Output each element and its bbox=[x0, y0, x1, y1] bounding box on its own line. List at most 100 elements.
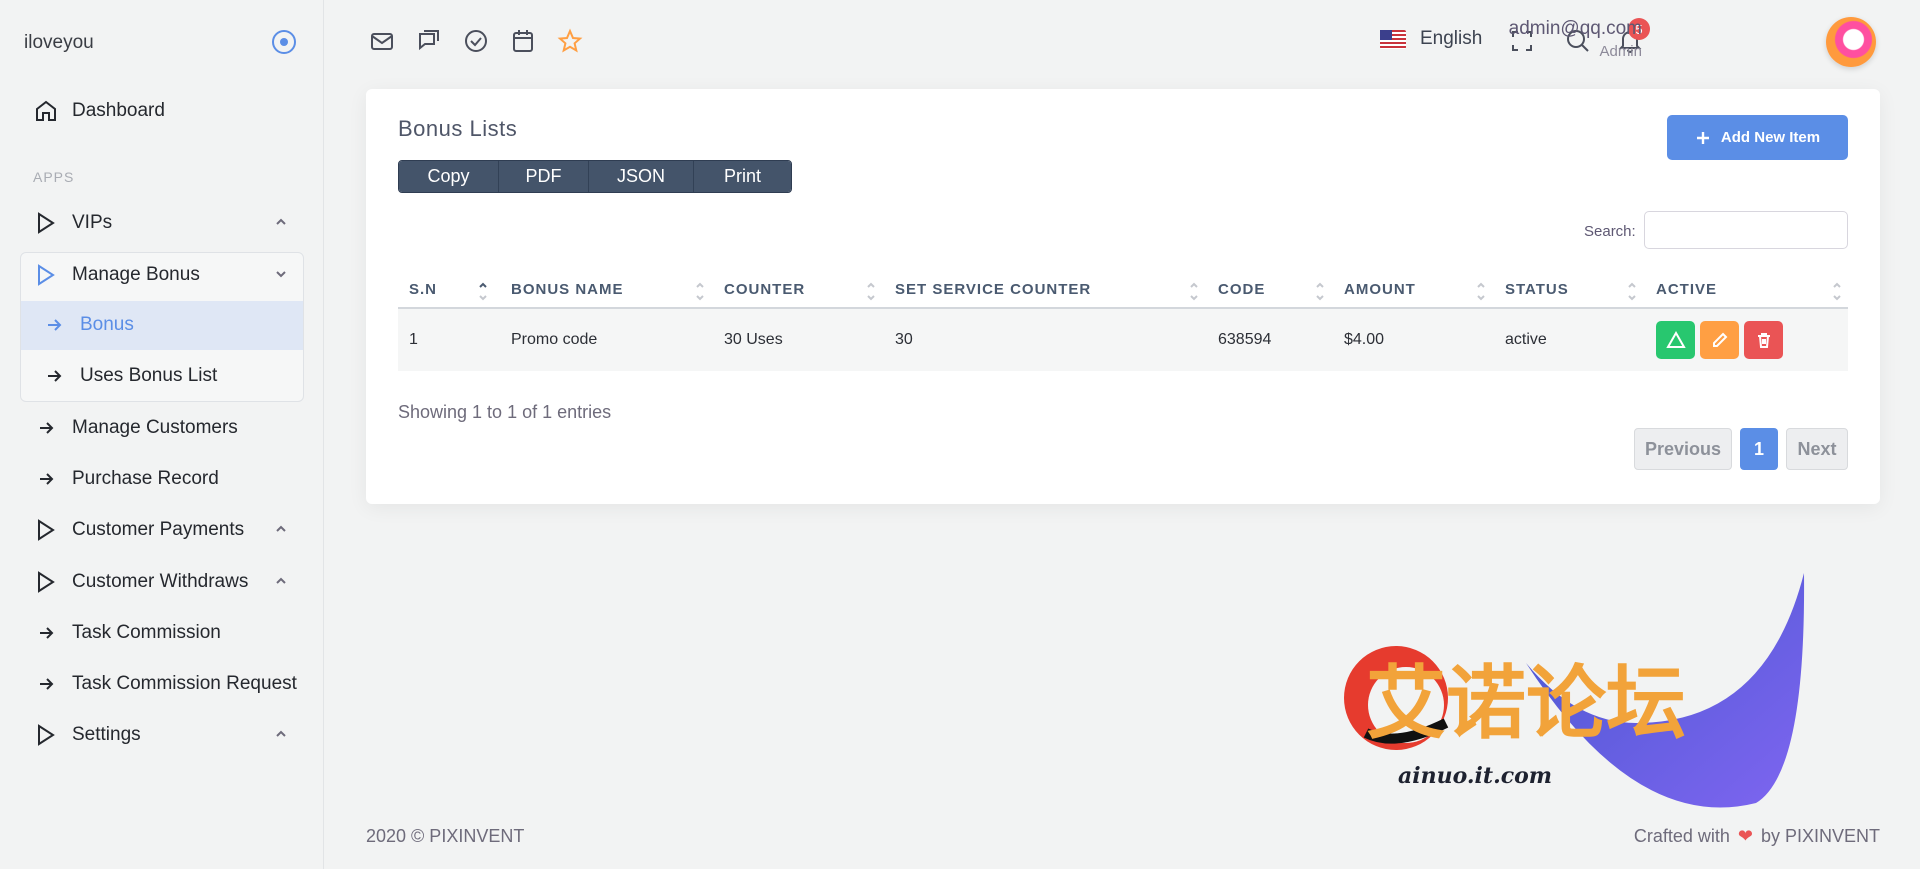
cell-amount: $4.00 bbox=[1344, 331, 1385, 348]
add-new-item-button[interactable]: Add New Item bbox=[1667, 115, 1848, 160]
chevron-up-icon bbox=[276, 218, 286, 225]
table-row: 1 Promo code 30 Uses 30 638594 $4.00 act… bbox=[398, 309, 1848, 371]
sidebar-item-label: Task Commission Request bbox=[72, 673, 297, 694]
footer-copyright: 2020 © PIXINVENT bbox=[366, 826, 525, 846]
edit-button[interactable] bbox=[1700, 321, 1739, 359]
sidebar-item-label: Customer Withdraws bbox=[72, 571, 249, 592]
heart-icon: ❤ bbox=[1737, 826, 1753, 846]
sidebar-item-manage-bonus[interactable]: Manage Bonus bbox=[20, 252, 304, 298]
play-icon bbox=[20, 723, 72, 747]
page-title: Bonus Lists bbox=[398, 116, 518, 141]
sidebar-item-customer-withdraws[interactable]: Customer Withdraws bbox=[20, 559, 304, 605]
json-button[interactable]: JSON bbox=[589, 161, 694, 192]
delete-button[interactable] bbox=[1744, 321, 1783, 359]
sort-icon[interactable] bbox=[1627, 279, 1637, 303]
sidebar-item-customer-payments[interactable]: Customer Payments bbox=[20, 507, 304, 553]
sidebar-item-label: VIPs bbox=[72, 212, 113, 233]
arrow-right-icon bbox=[20, 675, 72, 693]
sort-icon[interactable] bbox=[1189, 279, 1199, 303]
cell-counter: 30 Uses bbox=[724, 331, 783, 348]
column-header-active[interactable]: ACTIVE bbox=[1656, 271, 1717, 307]
sort-icon[interactable] bbox=[1832, 279, 1842, 303]
avatar[interactable] bbox=[1826, 17, 1876, 67]
pencil-icon bbox=[1712, 332, 1727, 347]
plus-icon bbox=[1696, 131, 1709, 144]
chat-icon[interactable] bbox=[416, 28, 442, 54]
footer-credits: Crafted with ❤ by PIXINVENT bbox=[1634, 826, 1880, 847]
sort-icon[interactable] bbox=[1476, 279, 1486, 303]
chevron-up-icon bbox=[276, 525, 286, 532]
sidebar-item-task-commission[interactable]: Task Commission bbox=[20, 610, 304, 656]
sort-icon[interactable] bbox=[695, 279, 705, 303]
sidebar-item-label: Bonus bbox=[80, 314, 134, 335]
sidebar-item-task-commission-request[interactable]: Task Commission Request bbox=[20, 661, 304, 707]
column-header-bonus-name[interactable]: BONUS NAME bbox=[511, 271, 624, 307]
cell-bonus-name: Promo code bbox=[511, 331, 598, 348]
language-label: English bbox=[1420, 28, 1483, 49]
sort-asc-icon[interactable] bbox=[478, 279, 488, 303]
column-header-amount[interactable]: AMOUNT bbox=[1344, 271, 1416, 307]
sidebar-item-purchase-record[interactable]: Purchase Record bbox=[20, 456, 304, 502]
sort-icon[interactable] bbox=[1315, 279, 1325, 303]
calendar-icon[interactable] bbox=[510, 28, 536, 54]
table-header: S.N BONUS NAME COUNTER SET SERVICE COUNT… bbox=[398, 271, 1848, 309]
sidebar-item-bonus[interactable]: Bonus bbox=[20, 302, 304, 348]
sidebar-item-settings[interactable]: Settings bbox=[20, 712, 304, 758]
brand-name[interactable]: iloveyou bbox=[24, 32, 94, 54]
footer-by-link[interactable]: by PIXINVENT bbox=[1761, 826, 1880, 847]
table-info: Showing 1 to 1 of 1 entries bbox=[398, 402, 612, 422]
check-circle-icon[interactable] bbox=[463, 28, 489, 54]
add-new-item-label: Add New Item bbox=[1720, 129, 1821, 146]
cell-status: active bbox=[1505, 331, 1547, 348]
next-button[interactable]: Next bbox=[1786, 428, 1848, 470]
column-header-set-service-counter[interactable]: SET SERVICE COUNTER bbox=[895, 271, 1091, 307]
previous-button[interactable]: Previous bbox=[1634, 428, 1732, 470]
chevron-down-icon bbox=[276, 271, 286, 278]
pdf-button[interactable]: PDF bbox=[499, 161, 589, 192]
sidebar-item-label: Customer Payments bbox=[72, 519, 245, 540]
page-1-button[interactable]: 1 bbox=[1740, 428, 1778, 470]
user-role: Admin bbox=[1599, 43, 1642, 60]
chevron-up-icon bbox=[276, 577, 286, 584]
pagination: Previous 1 Next bbox=[1634, 428, 1848, 470]
star-icon[interactable] bbox=[557, 28, 583, 54]
column-header-counter[interactable]: COUNTER bbox=[724, 271, 805, 307]
sidebar: iloveyou Dashboard APPS VIPs Manage Bonu… bbox=[0, 0, 324, 869]
column-header-code[interactable]: CODE bbox=[1218, 271, 1265, 307]
cell-actions bbox=[1656, 309, 1783, 371]
sidebar-item-manage-customers[interactable]: Manage Customers bbox=[20, 405, 304, 451]
arrow-right-icon bbox=[28, 367, 80, 385]
activate-button[interactable] bbox=[1656, 321, 1695, 359]
sidebar-toggle-icon[interactable] bbox=[272, 30, 296, 54]
user-email[interactable]: admin@qq.com bbox=[1509, 18, 1642, 40]
flag-us-icon bbox=[1380, 29, 1406, 49]
mail-icon[interactable] bbox=[369, 28, 395, 54]
section-label-apps: APPS bbox=[33, 169, 75, 185]
footer-crafted-label: Crafted with bbox=[1633, 826, 1730, 846]
print-button[interactable]: Print bbox=[694, 161, 791, 192]
arrow-right-icon bbox=[20, 624, 72, 642]
sidebar-item-uses-bonus-list[interactable]: Uses Bonus List bbox=[20, 353, 304, 399]
sidebar-item-dashboard[interactable]: Dashboard bbox=[20, 88, 304, 134]
arrow-right-icon bbox=[20, 419, 72, 437]
column-header-sn[interactable]: S.N bbox=[409, 271, 437, 307]
sidebar-item-label: Manage Bonus bbox=[72, 264, 200, 285]
play-icon bbox=[20, 211, 72, 235]
sort-icon[interactable] bbox=[866, 279, 876, 303]
cell-set-service-counter: 30 bbox=[895, 331, 913, 348]
language-selector[interactable]: English bbox=[1380, 28, 1482, 50]
sidebar-item-label: Settings bbox=[72, 724, 141, 745]
home-icon bbox=[20, 99, 72, 123]
column-header-status[interactable]: STATUS bbox=[1505, 271, 1569, 307]
sidebar-item-vips[interactable]: VIPs bbox=[20, 200, 304, 246]
sidebar-item-label: Dashboard bbox=[72, 100, 165, 121]
chevron-up-icon bbox=[276, 730, 286, 737]
play-icon bbox=[20, 263, 72, 287]
cell-code: 638594 bbox=[1218, 331, 1272, 348]
search-label: Search: bbox=[1584, 223, 1636, 240]
watermark-title: 艾诺论坛 bbox=[1366, 657, 1686, 750]
sidebar-item-label: Task Commission bbox=[72, 622, 221, 643]
search-input[interactable] bbox=[1644, 211, 1848, 249]
bonus-list-card: Bonus Lists Add New Item Copy PDF JSON P… bbox=[366, 89, 1880, 504]
copy-button[interactable]: Copy bbox=[399, 161, 499, 192]
